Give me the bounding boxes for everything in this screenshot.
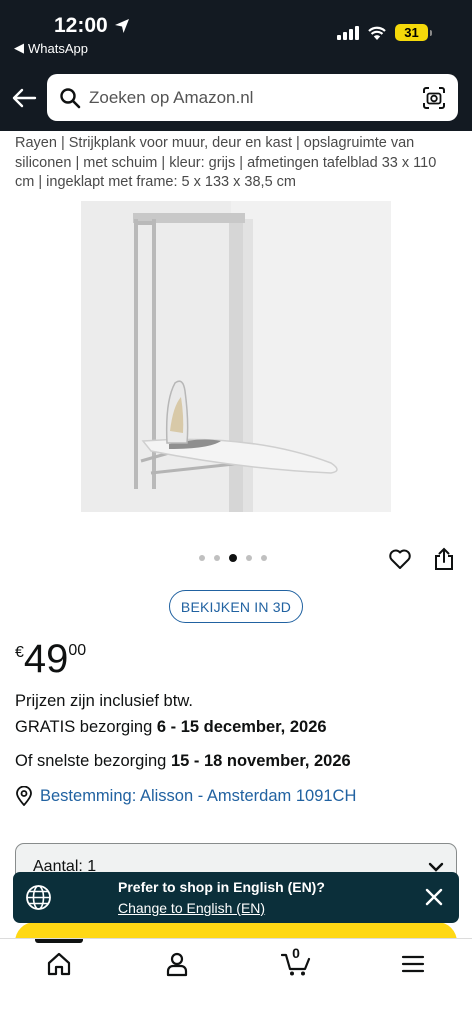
- back-to-app-link[interactable]: ◀ WhatsApp: [14, 40, 88, 56]
- vat-note: Prijzen zijn inclusief btw.: [15, 692, 193, 710]
- carousel-dot-active[interactable]: [229, 554, 237, 562]
- wifi-icon: [367, 25, 387, 41]
- product-price: € 49 00: [15, 637, 87, 681]
- chevron-down-icon: [428, 862, 444, 872]
- account-icon[interactable]: [164, 951, 190, 977]
- carousel-dot[interactable]: [199, 555, 205, 561]
- change-language-link[interactable]: Change to English (EN): [118, 900, 265, 916]
- carousel-dot[interactable]: [261, 555, 267, 561]
- product-title: Rayen | Strijkplank voor muur, deur en k…: [15, 135, 437, 190]
- ironing-board-illustration: [81, 201, 391, 512]
- home-icon[interactable]: [46, 951, 72, 977]
- language-question: Prefer to shop in English (EN)?: [118, 879, 325, 895]
- camera-search-icon[interactable]: [421, 85, 447, 111]
- status-icons: 31: [337, 24, 432, 41]
- battery-indicator: 31: [395, 24, 432, 41]
- free-delivery-text: GRATIS bezorging 6 - 15 december, 2026: [15, 718, 327, 736]
- active-tab-indicator: [35, 939, 83, 943]
- product-image[interactable]: [81, 201, 391, 512]
- view-in-3d-button[interactable]: BEKIJKEN IN 3D: [169, 590, 303, 623]
- wishlist-heart-icon[interactable]: [388, 547, 412, 571]
- app-header: 12:00 ◀ WhatsApp 31: [0, 0, 472, 131]
- location-pin-icon: [16, 786, 32, 806]
- carousel-dot[interactable]: [246, 555, 252, 561]
- search-bar[interactable]: [47, 74, 458, 121]
- status-time: 12:00: [54, 14, 130, 38]
- cart-icon[interactable]: [281, 951, 311, 977]
- cellular-signal-icon: [337, 25, 359, 40]
- fastest-delivery-text: Of snelste bezorging 15 - 18 november, 2…: [15, 752, 351, 770]
- location-arrow-icon: [114, 19, 129, 33]
- menu-icon[interactable]: [400, 951, 426, 977]
- back-arrow-icon[interactable]: [10, 86, 38, 110]
- back-triangle-icon: ◀: [14, 40, 24, 55]
- bottom-navigation: 0: [0, 938, 472, 1024]
- share-icon[interactable]: [433, 547, 455, 571]
- image-carousel-dots[interactable]: [199, 554, 267, 562]
- language-banner: Prefer to shop in English (EN)? Change t…: [13, 872, 459, 923]
- close-icon[interactable]: [425, 888, 443, 906]
- globe-icon: [26, 885, 51, 910]
- search-input[interactable]: [89, 87, 409, 108]
- search-icon: [60, 87, 81, 108]
- delivery-destination-link[interactable]: Bestemming: Alisson - Amsterdam 1091CH: [15, 786, 356, 806]
- carousel-dot[interactable]: [214, 555, 220, 561]
